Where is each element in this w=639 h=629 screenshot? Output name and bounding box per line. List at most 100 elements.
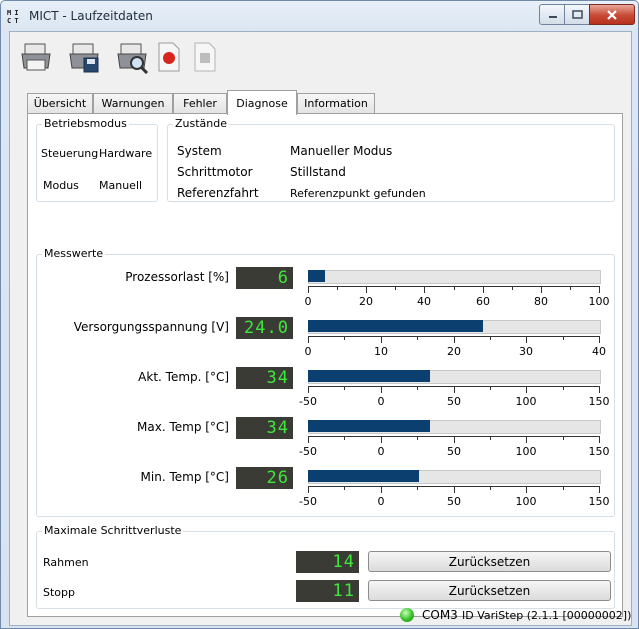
gauge-tick-label: -50 <box>299 495 317 508</box>
gauge-tick <box>526 486 527 493</box>
minimize-icon <box>548 15 557 18</box>
status-device: ID VariStep (2.1.1 [00000002]) <box>462 609 632 622</box>
gauge-tick <box>381 386 382 393</box>
toolbar-button-print-preview[interactable] <box>114 39 150 75</box>
tab-uebersicht[interactable]: Übersicht <box>27 93 93 113</box>
rahmen-label: Rahmen <box>43 556 89 569</box>
gauge-fill <box>308 420 430 432</box>
gauge-label: Max. Temp [°C] <box>137 420 229 434</box>
gauge-label: Akt. Temp. [°C] <box>138 370 229 384</box>
gauge-tick <box>454 386 455 393</box>
betriebsmodus-group: Betriebsmodus Steuerung Hardware Modus M… <box>36 117 158 202</box>
gauge-tick <box>599 336 600 343</box>
gauge-tick-label: 50 <box>447 395 461 408</box>
zustand-schrittmotor-label: Schrittmotor <box>177 165 253 179</box>
gauge-tick-label: 50 <box>447 445 461 458</box>
zustand-system-value: Manueller Modus <box>290 144 393 158</box>
gauge-tick <box>417 486 418 490</box>
print-preview-icon <box>117 43 149 74</box>
messwerte-group: Messwerte Prozessorlast [%] 6 0 20 40 60 80 100… <box>36 247 615 517</box>
betriebsmodus-title: Betriebsmodus <box>42 117 129 130</box>
gauge-label: Versorgungsspannung [V] <box>73 320 229 334</box>
zustand-referenzfahrt-value: Referenzpunkt gefunden <box>290 187 426 200</box>
gauge-tick <box>344 486 345 490</box>
gauge-tick <box>337 286 338 290</box>
gauge-display: 34 <box>236 367 293 389</box>
toolbar <box>10 32 631 84</box>
toolbar-button-record[interactable] <box>150 39 186 75</box>
gauge-tick <box>344 386 345 390</box>
gauge-tick <box>490 336 491 340</box>
diagnose-page: Betriebsmodus Steuerung Hardware Modus M… <box>27 113 623 617</box>
gauge-tick-label: 150 <box>588 395 610 408</box>
gauge-tick <box>490 486 491 490</box>
gauge-tick <box>483 286 484 293</box>
gauge-tick <box>395 286 396 290</box>
title-bar[interactable]: M IC T MICT - Laufzeitdaten <box>1 1 638 31</box>
gauge-tick-label: -50 <box>299 445 317 458</box>
gauge-tick <box>308 336 309 343</box>
zustand-referenzfahrt-label: Referenzfahrt <box>177 186 259 200</box>
gauge-fill <box>308 470 419 482</box>
modus-label: Modus <box>43 179 79 192</box>
gauge-tick <box>381 336 382 343</box>
tab-diagnose[interactable]: Diagnose <box>227 90 297 115</box>
gauge-tick <box>563 436 564 440</box>
gauge-tick-label: -50 <box>299 395 317 408</box>
connection-led-icon <box>400 608 414 622</box>
gauge-tick <box>526 386 527 393</box>
gauge-tick <box>417 386 418 390</box>
tab-warnungen[interactable]: Warnungen <box>93 93 173 113</box>
gauge-tick <box>526 336 527 343</box>
gauge-tick <box>308 386 309 393</box>
gauge-tick <box>563 386 564 390</box>
stopp-label: Stopp <box>43 586 75 599</box>
schrittverluste-title: Maximale Schrittverluste <box>42 524 184 537</box>
gauge-tick-label: 100 <box>515 395 537 408</box>
gauge-tick <box>599 386 600 393</box>
rahmen-reset-button[interactable]: Zurücksetzen <box>368 551 611 572</box>
gauge-tick <box>454 486 455 493</box>
gauge-tick <box>563 336 564 340</box>
gauge-tick <box>344 336 345 340</box>
gauge-label: Prozessorlast [%] <box>125 270 229 284</box>
toolbar-button-print-save[interactable] <box>66 39 102 75</box>
gauge-tick-label: 150 <box>588 495 610 508</box>
gauge-tick <box>599 286 600 293</box>
gauge-tick-label: 150 <box>588 445 610 458</box>
messwerte-title: Messwerte <box>42 247 106 260</box>
gauge-tick <box>381 486 382 493</box>
gauge-tick <box>490 436 491 440</box>
gauge-tick <box>490 386 491 390</box>
modus-value: Manuell <box>99 179 143 192</box>
main-window: M IC T MICT - Laufzeitdaten Übersicht Wa… <box>0 0 639 629</box>
gauge-tick <box>417 436 418 440</box>
gauge-fill <box>308 270 325 282</box>
gauge-tick <box>526 436 527 443</box>
close-button[interactable] <box>589 4 635 25</box>
tab-fehler[interactable]: Fehler <box>173 93 227 113</box>
gauge-tick-label: 100 <box>515 495 537 508</box>
zustand-system-label: System <box>177 144 222 158</box>
record-icon <box>158 42 180 72</box>
printer-icon <box>21 43 51 71</box>
gauge-display: 6 <box>236 267 293 289</box>
toolbar-button-stop[interactable] <box>186 39 222 75</box>
maximize-button[interactable] <box>564 4 591 25</box>
toolbar-button-print[interactable] <box>18 39 54 75</box>
gauge-tick <box>570 286 571 290</box>
gauge-tick <box>417 336 418 340</box>
gauge-tick-label: 20 <box>447 345 461 358</box>
gauge-track <box>308 270 601 284</box>
gauge-tick-label: 0 <box>377 395 385 408</box>
gauge-tick <box>424 286 425 293</box>
minimize-button[interactable] <box>539 4 566 25</box>
mict-app-icon: M IC T <box>7 9 19 25</box>
gauge-display: 26 <box>236 467 293 489</box>
tab-information[interactable]: Information <box>297 93 375 113</box>
stopp-display: 11 <box>296 580 359 602</box>
gauge-tick <box>599 486 600 493</box>
gauge-tick-label: 100 <box>515 445 537 458</box>
gauge-tick <box>454 286 455 290</box>
stopp-reset-button[interactable]: Zurücksetzen <box>368 580 611 601</box>
